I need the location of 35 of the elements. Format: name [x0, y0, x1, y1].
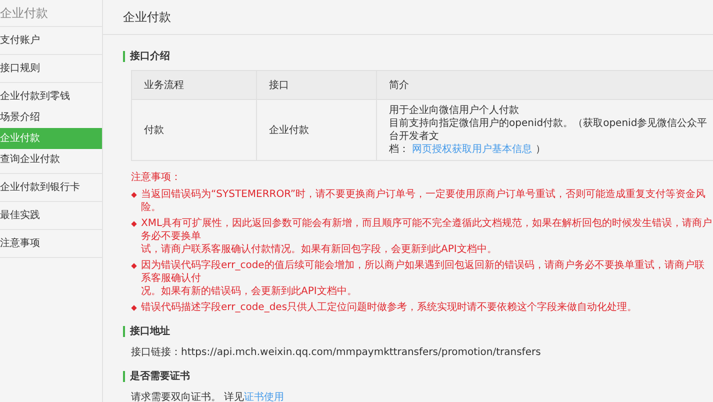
- notes-title: 注意事项：: [131, 171, 182, 184]
- sidebar-item[interactable]: 注意事项: [0, 233, 102, 254]
- sidebar-item[interactable]: 查询企业付款: [0, 149, 102, 170]
- diamond-bullet-icon: [131, 192, 137, 198]
- certificate-text: 请求需要双向证书。 详见: [131, 392, 244, 402]
- note-text: 因为错误代码字段err_code的值后续可能会增加，所以商户如果遇到回包返回新的错误码，请商户务必不要换单重试，请商户联系客服确认付: [141, 259, 706, 285]
- sidebar-item[interactable]: 支付账户: [0, 30, 102, 51]
- page-title: 企业付款: [103, 0, 713, 35]
- interface-url-text: 接口链接：https://api.mch.weixin.qq.com/mmpaymkttransfers/promotion/transfers: [131, 346, 542, 359]
- column-header: 接口: [256, 70, 376, 100]
- note-text: 况。如果有新的错误码，会更新到此API文档中。: [141, 285, 358, 298]
- table-cell: 付款: [132, 100, 256, 160]
- diamond-bullet-icon: [131, 221, 137, 227]
- diamond-bullet-icon: [131, 263, 137, 269]
- column-header: 简介: [376, 70, 713, 100]
- sidebar-item[interactable]: 最佳实践: [0, 205, 102, 226]
- sidebar-item[interactable]: 场景介绍: [0, 107, 102, 128]
- note-text: 错误代码描述字段err_code_des只供人工定位问题时做参考，系统实现时请不要依赖这个字段来做自动化处理。: [141, 301, 638, 314]
- section-title: 是否需要证书: [123, 371, 713, 382]
- section-title: 接口地址: [123, 326, 713, 337]
- table-cell: 企业付款: [256, 100, 376, 160]
- sidebar-title: 企业付款: [0, 0, 102, 27]
- description-line: 用于企业向微信用户个人付款: [389, 104, 520, 117]
- sidebar-item[interactable]: 接口规则: [0, 58, 102, 79]
- column-header: 业务流程: [132, 70, 256, 100]
- note-text: 当返回错误码为“SYSTEMERROR”时，请不要更换商户订单号，一定要使用原商户订单号重试，否则可能造成重复支付等资金风险。: [141, 188, 707, 214]
- sidebar-item[interactable]: 企业付款到零钱: [0, 86, 102, 107]
- note-text: 试，请商户联系客服确认付款情况。如果有新回包字段，会更新到此API文档中。: [141, 243, 498, 256]
- note-text: XML具有可扩展性，因此返回参数可能会有新增，而且顺序可能不完全遵循此文档规范，如果在解析回包的时候发生错误，请商户务必不要换单: [141, 217, 713, 243]
- section-title: 接口介绍: [123, 51, 713, 62]
- diamond-bullet-icon: [131, 305, 137, 311]
- description-line: ）: [535, 144, 546, 155]
- description-line: 档：: [389, 144, 409, 155]
- sidebar-item[interactable]: 企业付款到银行卡: [0, 177, 102, 198]
- description-line: 目前支持向指定微信用户的openid付款。（获取openid参见微信公众平台开发者文: [389, 117, 708, 143]
